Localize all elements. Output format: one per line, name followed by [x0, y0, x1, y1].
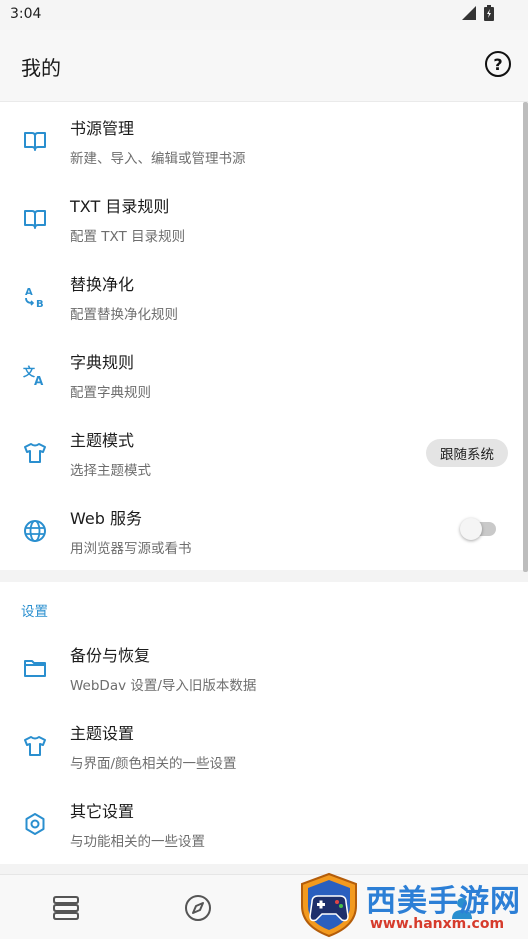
translate-icon: 文 A	[22, 362, 48, 388]
content-area: 书源管理 新建、导入、编辑或管理书源 TXT 目录规则 配置 TXT 目录规则 …	[0, 102, 528, 874]
web-service-toggle[interactable]	[460, 518, 496, 540]
settings-section-header: 设置	[21, 604, 48, 620]
watermark-text: 西美手游网	[366, 884, 521, 919]
list-item-book-source[interactable]: 书源管理 新建、导入、编辑或管理书源	[0, 102, 528, 180]
hexagon-settings-icon	[22, 811, 48, 837]
list-item-subtitle: 与功能相关的一些设置	[70, 834, 205, 850]
watermark-logo: 西美手游网 www.hanxm.com	[296, 872, 528, 939]
tshirt-icon	[22, 440, 48, 466]
list-item-title: TXT 目录规则	[70, 197, 170, 216]
scrollbar[interactable]	[523, 102, 528, 572]
list-item-subtitle: 新建、导入、编辑或管理书源	[70, 151, 246, 167]
list-item-other-settings[interactable]: 其它设置 与功能相关的一些设置	[0, 785, 528, 863]
svg-text:B: B	[36, 299, 44, 310]
list-item-title: 主题模式	[70, 431, 135, 450]
list-item-subtitle: 与界面/颜色相关的一些设置	[70, 756, 237, 772]
list-item-subtitle: 选择主题模式	[70, 463, 151, 479]
list-item-replace-rules[interactable]: A B 替换净化 配置替换净化规则	[0, 258, 528, 336]
find-replace-icon: A B	[22, 284, 48, 310]
main-items-card: 书源管理 新建、导入、编辑或管理书源 TXT 目录规则 配置 TXT 目录规则 …	[0, 102, 528, 572]
help-icon: ?	[493, 54, 503, 74]
globe-icon	[22, 518, 48, 544]
status-time: 3:04	[10, 6, 42, 22]
list-item-subtitle: 配置替换净化规则	[70, 307, 178, 323]
list-item-subtitle: WebDav 设置/导入旧版本数据	[70, 678, 257, 694]
book-open-icon	[22, 206, 48, 232]
battery-icon	[484, 5, 494, 21]
list-item-txt-rules[interactable]: TXT 目录规则 配置 TXT 目录规则	[0, 180, 528, 258]
list-item-web-service[interactable]: Web 服务 用浏览器写源或看书	[0, 492, 528, 570]
settings-card: 设置 备份与恢复 WebDav 设置/导入旧版本数据 主题设置 与界面/颜色相关…	[0, 582, 528, 864]
compass-icon	[185, 895, 211, 921]
list-item-subtitle: 配置 TXT 目录规则	[70, 229, 186, 245]
status-icons	[462, 5, 494, 21]
list-item-title: 字典规则	[70, 353, 135, 372]
tshirt-icon	[22, 733, 48, 759]
app-bar: 我的 ?	[0, 30, 528, 102]
list-item-title: Web 服务	[70, 509, 142, 528]
list-item-subtitle: 配置字典规则	[70, 385, 151, 401]
nav-explore[interactable]	[182, 892, 214, 924]
list-item-theme-settings[interactable]: 主题设置 与界面/颜色相关的一些设置	[0, 707, 528, 785]
bookshelf-icon	[53, 896, 79, 920]
nav-bookshelf[interactable]	[50, 892, 82, 924]
list-item-title: 备份与恢复	[70, 646, 151, 665]
list-item-theme-mode[interactable]: 主题模式 选择主题模式 跟随系统	[0, 414, 528, 492]
folder-icon	[22, 655, 48, 681]
watermark-url: www.hanxm.com	[370, 916, 505, 932]
status-bar: 3:04	[0, 0, 528, 30]
list-item-title: 主题设置	[70, 724, 135, 743]
list-item-title: 其它设置	[70, 802, 135, 821]
signal-icon	[462, 6, 476, 20]
page-title: 我的	[21, 56, 61, 80]
list-item-subtitle: 用浏览器写源或看书	[70, 541, 192, 557]
help-button[interactable]: ?	[485, 51, 511, 77]
theme-mode-chip[interactable]: 跟随系统	[426, 439, 508, 467]
list-item-title: 书源管理	[70, 119, 135, 138]
svg-text:A: A	[25, 287, 33, 298]
gamepad-shield-icon	[301, 872, 357, 938]
list-item-title: 替换净化	[70, 275, 135, 294]
list-item-backup-restore[interactable]: 备份与恢复 WebDav 设置/导入旧版本数据	[0, 629, 528, 707]
svg-text:A: A	[34, 374, 44, 388]
toggle-knob	[460, 518, 482, 540]
book-open-icon	[22, 128, 48, 154]
list-item-dict-rules[interactable]: 文 A 字典规则 配置字典规则	[0, 336, 528, 414]
